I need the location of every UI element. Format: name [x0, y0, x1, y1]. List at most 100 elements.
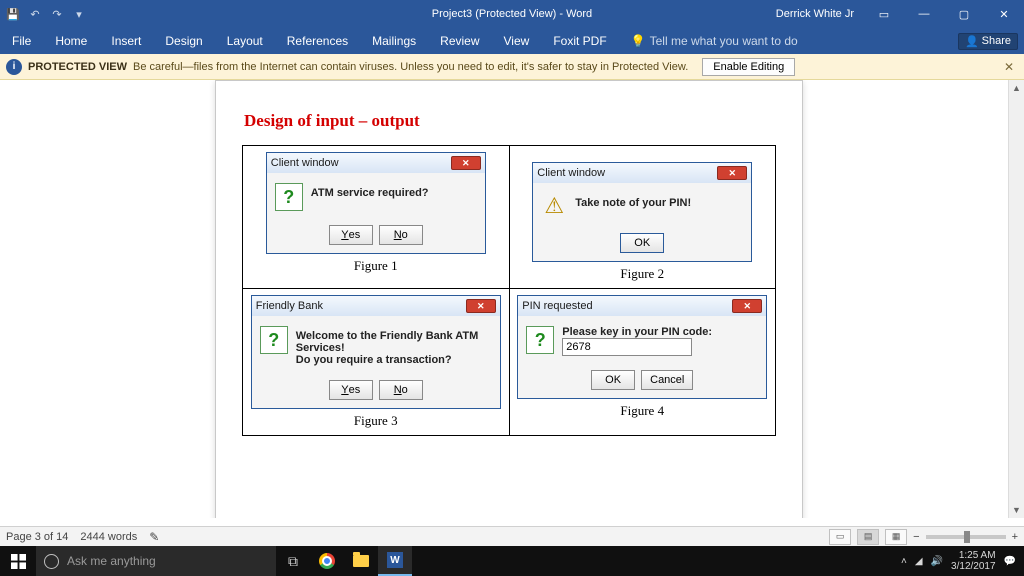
spellcheck-icon[interactable]: ✎ [149, 530, 159, 544]
dialog-message-line2: Do you require a transaction? [296, 354, 492, 366]
tab-layout[interactable]: Layout [215, 28, 275, 54]
dialog-fig2: Client window ✕ ⚠ Take note of your PIN!… [532, 162, 752, 262]
tray-chevron-icon[interactable]: ˄ [901, 556, 907, 567]
document-heading: Design of input – output [244, 111, 776, 131]
pin-input[interactable] [562, 338, 692, 356]
page-number[interactable]: Page 3 of 14 [6, 531, 68, 543]
zoom-slider-thumb[interactable] [964, 531, 970, 543]
share-button[interactable]: 👤 Share [958, 33, 1018, 50]
dialog-fig3: Friendly Bank ✕ ? Welcome to the Friendl… [251, 295, 501, 409]
cortana-search[interactable]: Ask me anything [36, 546, 276, 576]
yes-button[interactable]: Yes [329, 225, 373, 245]
document-workspace: Design of input – output Client window ✕… [0, 80, 1024, 518]
ok-button[interactable]: OK [591, 370, 635, 390]
task-view-button[interactable]: ⧉ [276, 546, 310, 576]
system-tray: ˄ ◢ 🔊 1:25 AM 3/12/2017 💬 [893, 550, 1024, 572]
no-button[interactable]: No [379, 380, 423, 400]
close-icon[interactable]: ✕ [466, 299, 496, 313]
zoom-in-button[interactable]: + [1012, 531, 1018, 543]
dialog-message-line1: Welcome to the Friendly Bank ATM Service… [296, 330, 492, 354]
dialog-message: Please key in your PIN code: [562, 326, 758, 338]
yes-button[interactable]: Yes [329, 380, 373, 400]
scroll-down-icon[interactable]: ▼ [1009, 502, 1024, 518]
tab-review[interactable]: Review [428, 28, 491, 54]
word-icon: W [387, 552, 403, 568]
share-label: Share [982, 35, 1011, 47]
close-icon[interactable]: ✕ [717, 166, 747, 180]
tab-references[interactable]: References [275, 28, 360, 54]
user-name[interactable]: Derrick White Jr [766, 8, 864, 20]
tab-mailings[interactable]: Mailings [360, 28, 428, 54]
tab-home[interactable]: Home [43, 28, 99, 54]
taskbar-app-word[interactable]: W [378, 546, 412, 576]
dialog-title: Client window [271, 157, 451, 169]
lightbulb-icon: 💡 [631, 34, 646, 48]
wifi-icon[interactable]: ◢ [915, 556, 923, 567]
print-layout-button[interactable]: ▤ [857, 529, 879, 545]
protected-view-label: PROTECTED VIEW [28, 61, 127, 73]
redo-icon[interactable]: ↷ [48, 5, 66, 23]
read-mode-button[interactable]: ▭ [829, 529, 851, 545]
tab-design[interactable]: Design [153, 28, 214, 54]
status-bar: Page 3 of 14 2444 words ✎ ▭ ▤ ▦ − + [0, 526, 1024, 546]
save-icon[interactable]: 💾 [4, 5, 22, 23]
start-button[interactable] [0, 546, 36, 576]
ok-button[interactable]: OK [620, 233, 664, 253]
web-layout-button[interactable]: ▦ [885, 529, 907, 545]
figure-caption: Figure 4 [516, 403, 770, 419]
dialog-title: Friendly Bank [256, 300, 466, 312]
dialog-message: Take note of your PIN! [575, 193, 743, 209]
close-button[interactable]: ✕ [984, 0, 1024, 28]
taskbar-app-chrome[interactable] [310, 546, 344, 576]
tab-view[interactable]: View [492, 28, 542, 54]
zoom-slider[interactable] [926, 535, 1006, 539]
action-center-icon[interactable]: 💬 [1004, 556, 1016, 567]
protected-view-bar: i PROTECTED VIEW Be careful—files from t… [0, 54, 1024, 80]
no-button[interactable]: No [379, 225, 423, 245]
tab-foxit-pdf[interactable]: Foxit PDF [541, 28, 618, 54]
scroll-up-icon[interactable]: ▲ [1009, 80, 1024, 96]
document-page[interactable]: Design of input – output Client window ✕… [215, 80, 803, 518]
figure-cell-4: PIN requested ✕ ? Please key in your PIN… [509, 289, 776, 436]
figure-caption: Figure 1 [249, 258, 503, 274]
close-icon[interactable]: ✕ [732, 299, 762, 313]
ribbon-display-options-icon[interactable]: ▭ [864, 0, 904, 28]
tell-me-placeholder: Tell me what you want to do [650, 34, 798, 48]
minimize-button[interactable]: — [904, 0, 944, 28]
tab-file[interactable]: File [0, 28, 43, 54]
figure-cell-2: Client window ✕ ⚠ Take note of your PIN!… [509, 146, 776, 289]
figure-table: Client window ✕ ? ATM service required? … [242, 145, 776, 436]
share-icon: 👤 [965, 35, 979, 48]
enable-editing-button[interactable]: Enable Editing [702, 58, 795, 76]
word-count[interactable]: 2444 words [80, 531, 137, 543]
search-placeholder: Ask me anything [67, 554, 156, 568]
info-icon: i [6, 59, 22, 75]
qat-customize-icon[interactable]: ▾ [70, 5, 88, 23]
folder-icon [353, 555, 369, 567]
window-titlebar: 💾 ↶ ↷ ▾ Project3 (Protected View) - Word… [0, 0, 1024, 28]
tab-insert[interactable]: Insert [99, 28, 153, 54]
cancel-button[interactable]: Cancel [641, 370, 693, 390]
protected-view-close-icon[interactable]: ✕ [1000, 60, 1018, 74]
cortana-icon [44, 554, 59, 569]
dialog-message: Welcome to the Friendly Bank ATM Service… [296, 326, 492, 366]
figure-caption: Figure 3 [249, 413, 503, 429]
tell-me-search[interactable]: 💡 Tell me what you want to do [619, 28, 810, 54]
figure-cell-1: Client window ✕ ? ATM service required? … [243, 146, 510, 289]
warning-icon: ⚠ [541, 193, 567, 219]
undo-icon[interactable]: ↶ [26, 5, 44, 23]
volume-icon[interactable]: 🔊 [931, 556, 943, 567]
maximize-button[interactable]: ▢ [944, 0, 984, 28]
protected-view-message: Be careful—files from the Internet can c… [133, 61, 688, 73]
dialog-title: PIN requested [522, 300, 732, 312]
zoom-out-button[interactable]: − [913, 531, 919, 543]
close-icon[interactable]: ✕ [451, 156, 481, 170]
question-icon: ? [275, 183, 303, 211]
taskbar-app-file-explorer[interactable] [344, 546, 378, 576]
dialog-fig4: PIN requested ✕ ? Please key in your PIN… [517, 295, 767, 399]
vertical-scrollbar[interactable]: ▲ ▼ [1008, 80, 1024, 518]
clock[interactable]: 1:25 AM 3/12/2017 [951, 550, 996, 572]
chrome-icon [319, 553, 335, 569]
question-icon: ? [526, 326, 554, 354]
windows-logo-icon [11, 554, 26, 569]
